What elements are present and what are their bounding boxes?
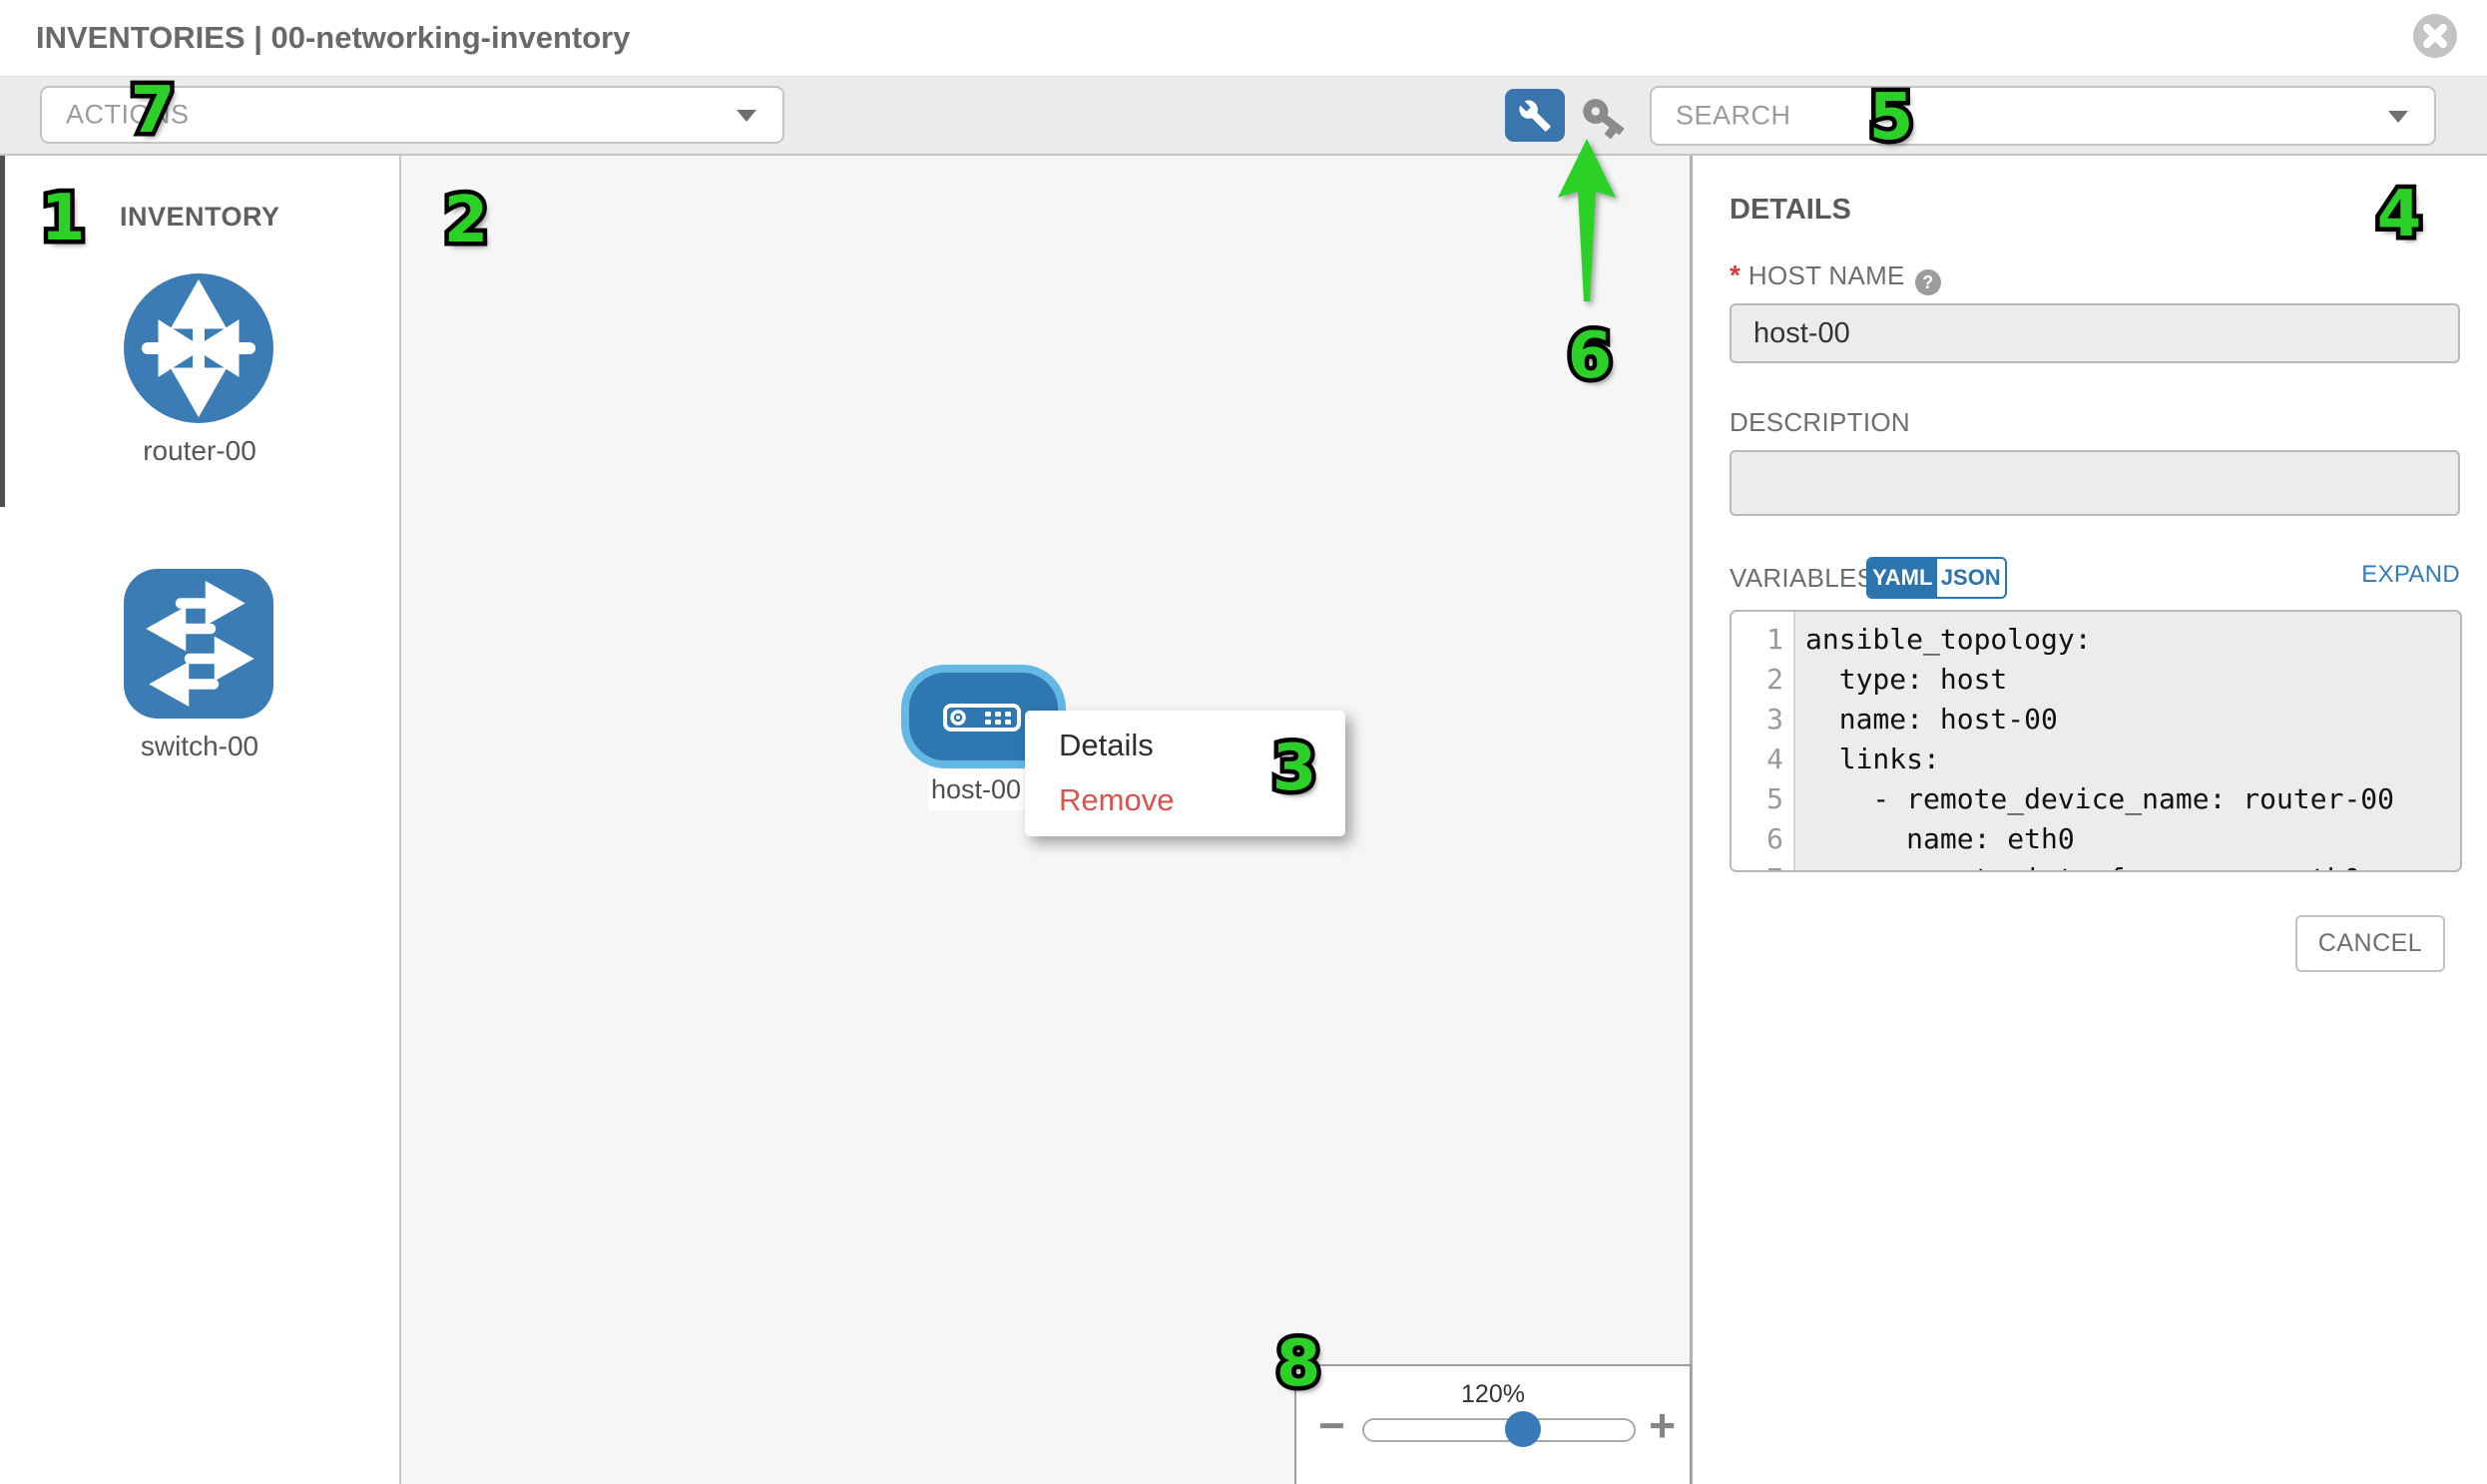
zoom-slider-track[interactable] <box>1362 1418 1636 1442</box>
help-icon: ? <box>1915 269 1941 295</box>
close-icon <box>2413 14 2457 58</box>
details-panel: DETAILS *HOST NAME? DESCRIPTION VARIABLE… <box>1693 156 2487 1484</box>
zoom-out-button[interactable]: − <box>1318 1402 1345 1448</box>
code-line: name: host-00 <box>1795 700 2460 740</box>
toggle-json[interactable]: JSON <box>1937 559 2006 597</box>
cancel-button[interactable]: CANCEL <box>2295 915 2445 972</box>
switch-label: switch-00 <box>124 731 275 762</box>
variables-editor[interactable]: 1 2 3 4 5 6 7 ansible_topology: type: ho… <box>1730 610 2462 872</box>
code-line: type: host <box>1795 660 2460 700</box>
page-title: INVENTORIES | 00-networking-inventory <box>36 20 630 56</box>
inventory-panel-title: INVENTORY <box>120 202 280 233</box>
line-number: 7 <box>1732 859 1793 872</box>
host-name-label: HOST NAME <box>1748 260 1905 290</box>
line-number: 6 <box>1732 819 1793 859</box>
description-label: DESCRIPTION <box>1730 407 1910 438</box>
required-marker: * <box>1730 259 1741 290</box>
annotation-3: 3 <box>1272 732 1317 805</box>
details-panel-title: DETAILS <box>1730 194 1851 227</box>
inventory-panel: INVENTORY router-00 <box>0 156 401 1484</box>
line-number: 5 <box>1732 779 1793 819</box>
switch-icon <box>124 569 273 719</box>
toolbar: ACTIONS SEARCH <box>0 76 2487 156</box>
close-button[interactable] <box>2413 14 2457 58</box>
search-dropdown-label: SEARCH <box>1676 101 1791 132</box>
topology-canvas[interactable]: host-00 Details Remove 120% − + <box>401 156 1693 1484</box>
zoom-slider-thumb[interactable] <box>1505 1411 1541 1447</box>
zoom-level-value: 120% <box>1296 1380 1690 1409</box>
annotation-2: 2 <box>444 184 489 257</box>
annotation-1: 1 <box>41 182 86 255</box>
router-label: router-00 <box>124 435 275 467</box>
line-number: 2 <box>1732 660 1793 700</box>
chevron-down-icon <box>2388 111 2408 123</box>
header-bar: INVENTORIES | 00-networking-inventory <box>0 0 2487 76</box>
code-line: - remote_device_name: router-00 <box>1795 779 2460 819</box>
description-input[interactable] <box>1730 450 2460 516</box>
annotation-5: 5 <box>1869 81 1914 155</box>
tools-button[interactable] <box>1505 89 1565 142</box>
palette-item-switch[interactable]: switch-00 <box>124 569 275 762</box>
line-number: 4 <box>1732 740 1793 779</box>
editor-code[interactable]: ansible_topology: type: host name: host-… <box>1795 612 2460 872</box>
expand-link[interactable]: EXPAND <box>2361 561 2460 589</box>
router-icon <box>124 273 273 423</box>
host-icon <box>943 704 1021 732</box>
host-name-input[interactable] <box>1730 303 2460 363</box>
annotation-7: 7 <box>131 74 176 148</box>
annotation-6: 6 <box>1568 319 1613 393</box>
zoom-control: 120% − + <box>1294 1364 1692 1484</box>
line-number: 3 <box>1732 700 1793 740</box>
editor-line-numbers: 1 2 3 4 5 6 7 <box>1732 612 1795 872</box>
annotation-4: 4 <box>2377 178 2422 251</box>
chevron-down-icon <box>737 110 756 122</box>
host-node-label: host-00 <box>928 769 1024 810</box>
scrollbar[interactable] <box>0 156 5 507</box>
annotation-8: 8 <box>1276 1327 1321 1401</box>
variables-format-toggle: YAML JSON <box>1866 557 2007 599</box>
annotation-arrow-icon <box>1553 136 1621 307</box>
code-line: name: eth0 <box>1795 819 2460 859</box>
line-number: 1 <box>1732 620 1793 660</box>
toggle-yaml[interactable]: YAML <box>1868 559 1937 597</box>
palette-item-router[interactable]: router-00 <box>124 273 275 467</box>
inventory-topology-screen: INVENTORIES | 00-networking-inventory AC… <box>0 0 2487 1484</box>
code-line: ansible_topology: <box>1795 620 2460 660</box>
variables-label: VARIABLES <box>1730 563 1874 593</box>
zoom-in-button[interactable]: + <box>1649 1402 1676 1448</box>
search-dropdown[interactable]: SEARCH <box>1650 86 2436 146</box>
wrench-icon <box>1518 99 1552 133</box>
code-line: remote_interface_name: eth0 <box>1795 859 2460 872</box>
host-name-row: *HOST NAME? <box>1730 259 1941 295</box>
code-line: links: <box>1795 740 2460 779</box>
